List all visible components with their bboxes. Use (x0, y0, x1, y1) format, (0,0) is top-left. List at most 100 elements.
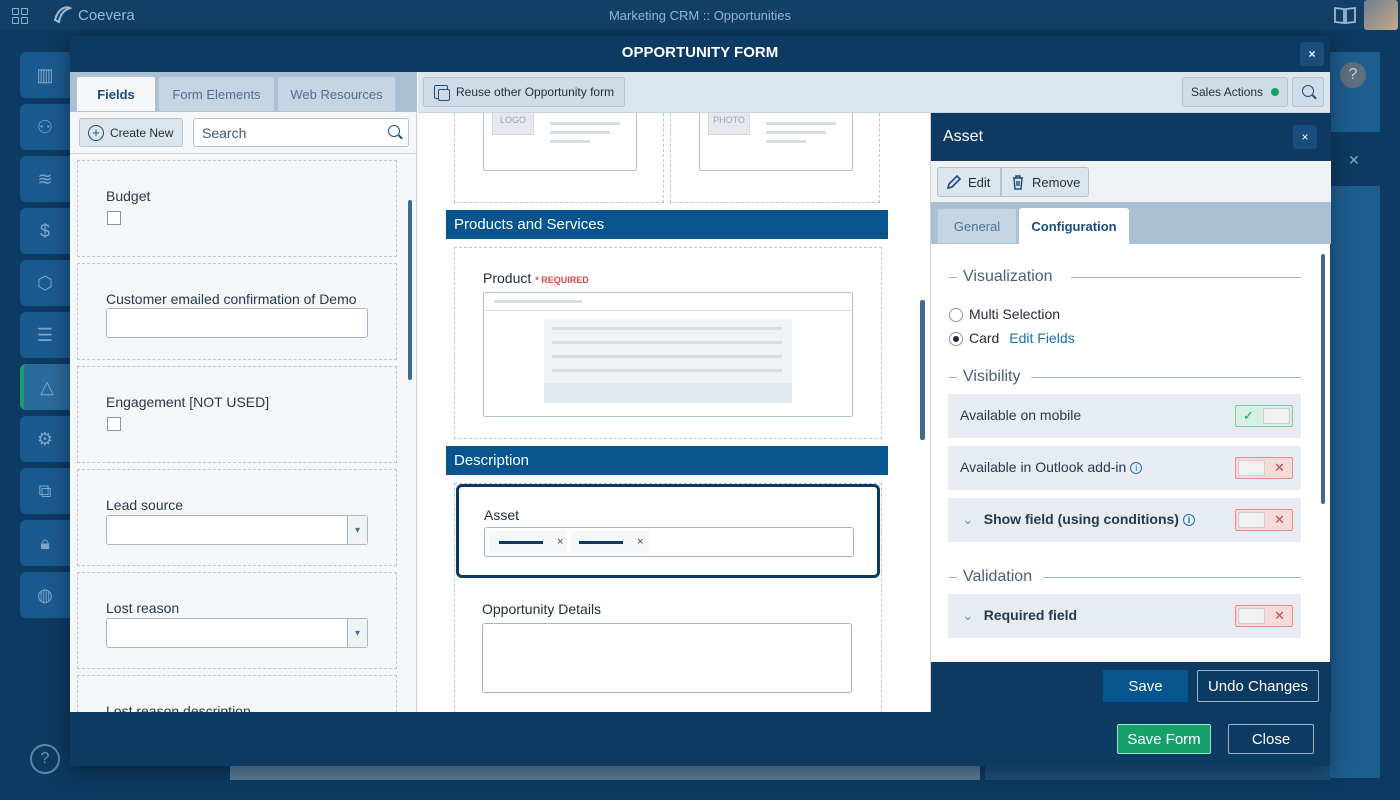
nav-dollar-icon[interactable]: $ (20, 208, 70, 254)
field-list: Budget Customer emailed confirmation of … (70, 154, 417, 712)
logo-cell[interactable]: LOGO (454, 103, 664, 203)
edit-fields-link[interactable]: Edit Fields (1009, 330, 1074, 346)
product-field-label: Product * REQUIRED (483, 270, 589, 286)
required-field-row[interactable]: ⌄ Required field ✕ (948, 594, 1301, 638)
card-radio[interactable] (949, 332, 963, 346)
nav-settings-icon[interactable]: ⚙ (20, 416, 70, 462)
app-title: Marketing CRM :: Opportunities (608, 8, 792, 23)
placeholder-line (552, 355, 782, 358)
text-input-preview (106, 308, 368, 338)
pencil-icon (946, 174, 962, 190)
chip-remove-icon[interactable]: × (557, 536, 563, 548)
required-field-text: ⌄ Required field (962, 607, 1077, 624)
fields-search-input[interactable]: Search (193, 118, 409, 147)
toggle-knob (1238, 512, 1265, 528)
field-label: Lost reason (106, 600, 180, 616)
undo-changes-button[interactable]: Undo Changes (1197, 670, 1319, 702)
info-icon[interactable]: i (1182, 514, 1195, 526)
search-text: Search (202, 125, 247, 141)
search-icon[interactable] (388, 125, 400, 137)
show-field-toggle[interactable]: ✕ (1235, 509, 1293, 531)
nav-lock-icon[interactable]: 🔒︎ (20, 520, 70, 566)
nav-dashboard-icon[interactable]: ▥ (20, 52, 70, 98)
tab-configuration[interactable]: Configuration (1019, 208, 1129, 244)
search-icon (1302, 85, 1314, 97)
properties-scrollbar[interactable] (1321, 254, 1325, 504)
nav-box-icon[interactable]: ⬡ (20, 260, 70, 306)
help-icon[interactable]: ? (30, 744, 60, 774)
fields-scrollbar[interactable] (408, 200, 412, 380)
nav-shapes-icon[interactable]: △ (20, 364, 70, 410)
chip-value-line (579, 540, 623, 544)
chevron-down-icon: ▾ (347, 516, 367, 544)
background-close-icon: ✕ (1348, 152, 1360, 168)
book-icon[interactable] (1334, 6, 1356, 29)
modal-footer: Save Form Close (70, 712, 1330, 766)
nav-contacts-icon[interactable]: ⚇ (20, 104, 70, 150)
info-icon[interactable]: i (1130, 462, 1143, 474)
required-field-toggle[interactable]: ✕ (1235, 605, 1293, 627)
nav-list-icon[interactable]: ☰ (20, 312, 70, 358)
field-card-lost-reason[interactable]: Lost reason ▾ (77, 572, 397, 669)
chip-remove-icon[interactable]: × (637, 536, 643, 548)
asset-chip: × (571, 531, 649, 553)
canvas-search-button[interactable] (1292, 77, 1324, 107)
toggle-knob (1263, 408, 1290, 424)
modal-close-button[interactable]: × (1300, 42, 1324, 66)
chevron-down-icon[interactable]: ⌄ (962, 607, 974, 623)
visualization-heading: Visualization (963, 268, 1053, 285)
sales-actions-button[interactable]: Sales Actions (1182, 77, 1288, 107)
field-card-engagement[interactable]: Engagement [NOT USED] (77, 366, 397, 463)
tab-fields[interactable]: Fields (76, 76, 156, 112)
field-card-lost-reason-description[interactable]: Lost reason description (77, 675, 397, 712)
background-panel (1330, 186, 1380, 778)
field-card-customer-emailed[interactable]: Customer emailed confirmation of Demo (77, 263, 397, 360)
multi-selection-radio[interactable] (949, 308, 963, 322)
asset-lookup-input[interactable]: × × (484, 527, 854, 557)
show-field-row[interactable]: ⌄ Show field (using conditions) i ✕ (948, 498, 1301, 542)
placeholder-line (766, 131, 826, 134)
product-field-cell[interactable]: Product * REQUIRED (454, 247, 882, 439)
form-canvas: LOGO PHOTO Products and Services Product… (418, 72, 930, 712)
tab-web-resources[interactable]: Web Resources (277, 76, 396, 112)
close-button[interactable]: Close (1228, 724, 1314, 754)
left-nav-rail: ▥ ⚇ ≋ $ ⬡ ☰ △ ⚙ ⧉ 🔒︎ ◍ (20, 52, 70, 624)
properties-close-button[interactable]: × (1293, 125, 1317, 149)
asset-field-selected[interactable]: Asset × × (456, 484, 880, 578)
field-card-lead-source[interactable]: Lead source ▾ (77, 469, 397, 566)
heading-rule (949, 577, 957, 578)
available-on-mobile-label: Available on mobile (960, 407, 1082, 423)
opportunity-details-preview[interactable] (482, 623, 852, 693)
edit-button[interactable]: Edit (937, 167, 1001, 197)
field-label: Lost reason description (106, 703, 251, 712)
section-products-and-services[interactable]: Products and Services (446, 210, 888, 239)
tab-form-elements[interactable]: Form Elements (158, 76, 275, 112)
photo-cell[interactable]: PHOTO (670, 103, 880, 203)
section-description[interactable]: Description (446, 446, 888, 475)
user-avatar[interactable] (1364, 0, 1398, 30)
canvas-scrollbar[interactable] (920, 300, 925, 440)
remove-label: Remove (1032, 174, 1081, 190)
reuse-form-button[interactable]: Reuse other Opportunity form (423, 77, 625, 107)
available-on-mobile-toggle[interactable]: ✓ (1235, 405, 1293, 427)
create-new-label: Create New (110, 125, 174, 140)
save-button[interactable]: Save (1103, 670, 1188, 702)
nav-layers-icon[interactable]: ≋ (20, 156, 70, 202)
remove-button[interactable]: Remove (1001, 167, 1089, 197)
save-form-button[interactable]: Save Form (1117, 724, 1211, 754)
heading-rule (1071, 277, 1301, 278)
available-in-outlook-toggle[interactable]: ✕ (1235, 457, 1293, 479)
tab-general[interactable]: General (937, 208, 1017, 244)
properties-footer: Save Undo Changes (931, 662, 1331, 712)
nav-globe-icon[interactable]: ◍ (20, 572, 70, 618)
field-label: Budget (106, 188, 151, 204)
create-new-button[interactable]: + Create New (79, 118, 183, 147)
toggle-knob (1238, 608, 1265, 624)
heading-rule (949, 277, 957, 278)
chevron-down-icon[interactable]: ⌄ (962, 511, 974, 527)
field-card-budget[interactable]: Budget (77, 160, 397, 257)
properties-title: Asset (943, 128, 984, 145)
required-field-label: Required field (983, 607, 1078, 623)
heading-rule (1043, 577, 1301, 578)
nav-workflow-icon[interactable]: ⧉ (20, 468, 70, 514)
